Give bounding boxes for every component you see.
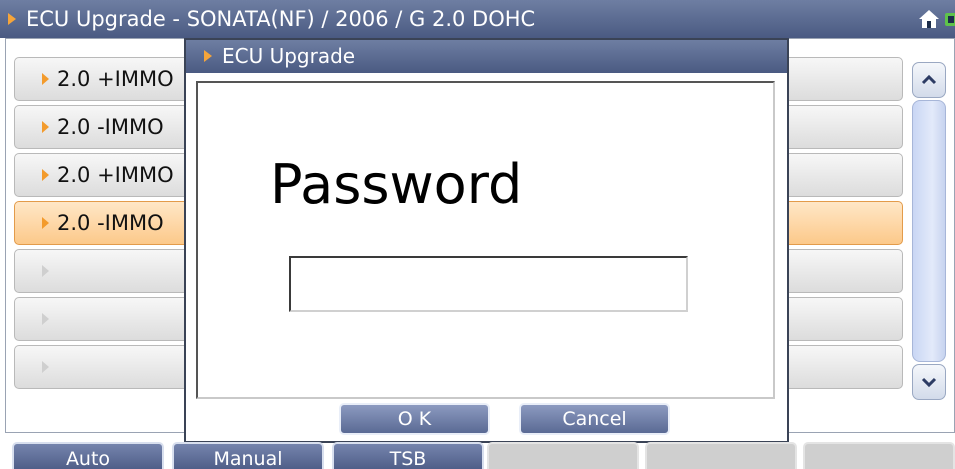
item-arrow-icon xyxy=(42,265,49,277)
item-arrow-icon xyxy=(42,169,49,181)
tab-manual[interactable]: Manual xyxy=(172,442,324,469)
tab-empty xyxy=(803,442,955,469)
list-item-label: 2.0 -IMMO xyxy=(57,211,164,235)
list-item-label: 2.0 -IMMO xyxy=(57,115,164,139)
chevron-down-icon xyxy=(921,377,937,388)
dialog-title-bar: ECU Upgrade xyxy=(186,40,787,73)
page-title: ECU Upgrade - SONATA(NF) / 2006 / G 2.0 … xyxy=(26,7,536,31)
list-item-label: 2.0 +IMMO xyxy=(57,163,174,187)
scroll-up-button[interactable] xyxy=(912,62,946,98)
password-input[interactable] xyxy=(289,256,688,312)
tab-empty xyxy=(487,442,639,469)
dialog-body: Password xyxy=(196,81,775,399)
item-arrow-icon xyxy=(42,361,49,373)
scroll-down-button[interactable] xyxy=(912,364,946,400)
dialog-arrow-icon xyxy=(204,50,212,62)
title-arrow-icon xyxy=(8,13,16,25)
chevron-up-icon xyxy=(921,74,937,85)
dialog-title: ECU Upgrade xyxy=(222,44,356,68)
item-arrow-icon xyxy=(42,313,49,325)
password-label: Password xyxy=(270,153,523,216)
tab-auto[interactable]: Auto xyxy=(12,442,164,469)
cancel-button[interactable]: Cancel xyxy=(519,403,670,435)
item-arrow-icon xyxy=(42,73,49,85)
item-arrow-icon xyxy=(42,217,49,229)
title-bar: ECU Upgrade - SONATA(NF) / 2006 / G 2.0 … xyxy=(0,0,955,38)
item-arrow-icon xyxy=(42,121,49,133)
connection-icon[interactable] xyxy=(944,10,955,28)
scroll-track[interactable] xyxy=(912,100,946,362)
home-icon[interactable] xyxy=(918,9,940,29)
tab-empty xyxy=(645,442,797,469)
tab-tsb[interactable]: TSB xyxy=(332,442,484,469)
list-item-label: 2.0 +IMMO xyxy=(57,67,174,91)
password-dialog: ECU Upgrade Password O K Cancel xyxy=(184,38,789,443)
ok-button[interactable]: O K xyxy=(339,403,490,435)
